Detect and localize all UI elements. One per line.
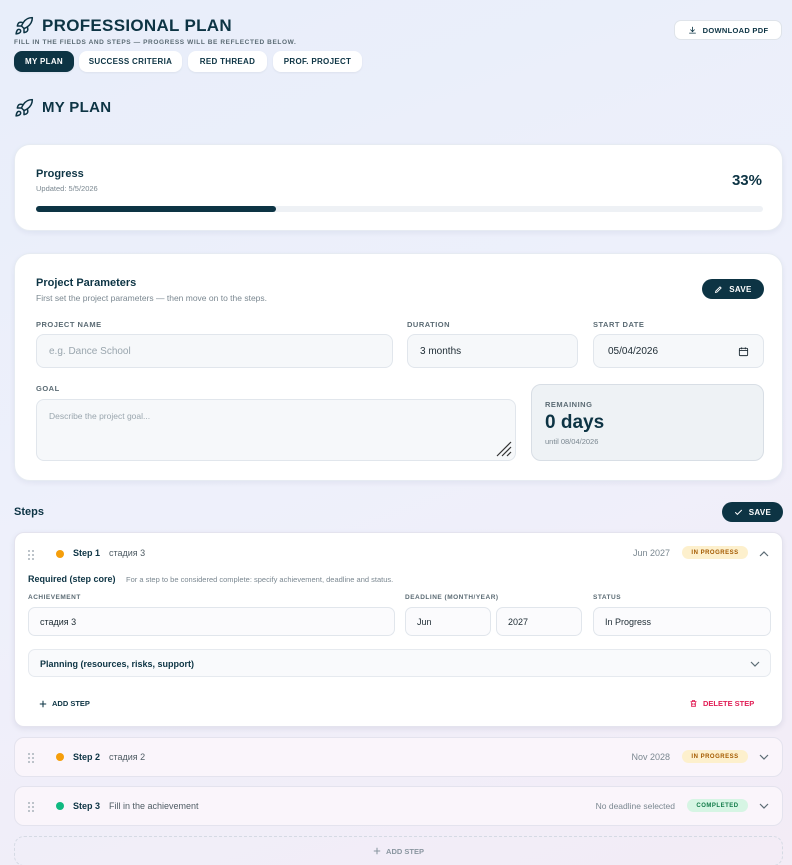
drag-handle-icon[interactable]	[27, 549, 35, 560]
drag-handle-icon[interactable]	[27, 801, 35, 812]
download-pdf-label: DOWNLOAD PDF	[702, 25, 769, 35]
progress-percent: 33%	[731, 172, 762, 189]
calendar-icon[interactable]	[738, 346, 749, 357]
steps-save-button[interactable]: SAVE	[722, 502, 783, 522]
progress-updated: Updated: 5/5/2026	[36, 184, 98, 193]
steps-save-label: SAVE	[748, 507, 772, 517]
rocket-icon	[15, 16, 34, 35]
progress-track	[36, 206, 763, 212]
deadline-year-select[interactable]: 2027	[496, 607, 582, 636]
goal-label: GOAL	[36, 384, 60, 393]
add-step-bottom-label: ADD STEP	[386, 846, 424, 856]
status-dot	[56, 753, 64, 761]
step-card: Step 1 стадия 3 Jun 2027 IN PROGRESS Req…	[14, 532, 783, 727]
project-parameters-card: Project Parameters First set the project…	[14, 253, 783, 481]
params-title: Project Parameters	[36, 277, 137, 289]
step-description: стадия 2	[109, 752, 146, 762]
chevron-down-icon	[750, 661, 760, 667]
step-card[interactable]: Step 3 Fill in the achievement No deadli…	[14, 786, 783, 826]
plus-icon	[373, 847, 381, 855]
resize-handle-icon[interactable]	[494, 439, 512, 457]
download-icon	[688, 26, 696, 34]
tab-prof-project[interactable]: PROF. PROJECT	[273, 51, 362, 72]
chevron-down-icon[interactable]	[759, 752, 769, 762]
planning-label: Planning (resources, risks, support)	[40, 659, 195, 669]
achievement-label: ACHIEVEMENT	[28, 594, 81, 601]
status-dot	[56, 802, 64, 810]
start-date-label: START DATE	[593, 320, 645, 329]
remaining-label: REMAINING	[545, 400, 593, 409]
plus-icon	[39, 700, 47, 707]
status-select[interactable]: In Progress	[593, 607, 771, 636]
trash-icon	[690, 700, 697, 707]
required-hint: For a step to be considered complete: sp…	[126, 575, 394, 584]
duration-input[interactable]: 3 months	[407, 334, 578, 368]
duration-label: DURATION	[407, 320, 451, 329]
project-name-label: PROJECT NAME	[36, 320, 102, 329]
remaining-box: REMAINING 0 days until 08/04/2026	[531, 384, 764, 461]
step-name: Step 2	[73, 752, 101, 762]
status-dot	[56, 550, 64, 558]
step-card[interactable]: Step 2 стадия 2 Nov 2028 IN PROGRESS	[14, 737, 783, 777]
start-date-input[interactable]: 05/04/2026	[593, 334, 764, 368]
tab-my-plan[interactable]: MY PLAN	[14, 51, 74, 72]
page-subtitle: FILL IN THE FIELDS AND STEPS — PROGRESS …	[14, 39, 297, 46]
params-save-label: SAVE	[729, 284, 752, 294]
params-subtitle: First set the project parameters — then …	[36, 293, 268, 303]
rocket-icon	[15, 98, 34, 117]
pencil-icon	[715, 285, 723, 293]
download-pdf-button[interactable]: DOWNLOAD PDF	[674, 20, 782, 40]
deadline-month-select[interactable]: Jun	[405, 607, 491, 636]
project-name-input[interactable]: e.g. Dance School	[36, 334, 393, 368]
chevron-up-icon[interactable]	[759, 549, 769, 559]
page-title: PROFESSIONAL PLAN	[42, 16, 232, 35]
add-step-bottom-button[interactable]: ADD STEP	[14, 836, 783, 865]
params-save-button[interactable]: SAVE	[702, 279, 764, 299]
add-step-label: ADD STEP	[52, 699, 90, 708]
progress-title: Progress	[36, 168, 84, 180]
step-deadline: No deadline selected	[595, 801, 675, 811]
goal-placeholder: Describe the project goal...	[49, 411, 151, 421]
step-name[interactable]: Step 1	[73, 548, 100, 558]
status-label: STATUS	[593, 594, 622, 601]
remaining-value: 0 days	[545, 412, 605, 433]
planning-accordion[interactable]: Planning (resources, risks, support)	[28, 649, 771, 677]
progress-bar-fill	[36, 206, 276, 212]
delete-step-button[interactable]: DELETE STEP	[689, 699, 754, 708]
required-title: Required (step core)	[28, 574, 116, 584]
tab-red-thread[interactable]: RED THREAD	[188, 51, 267, 72]
progress-card: Progress Updated: 5/5/2026 33%	[14, 144, 783, 231]
tab-success-criteria[interactable]: SUCCESS CRITERIA	[79, 51, 182, 72]
drag-handle-icon[interactable]	[27, 752, 35, 763]
delete-step-label: DELETE STEP	[703, 699, 755, 708]
steps-title: Steps	[14, 506, 44, 518]
status-badge: IN PROGRESS	[682, 546, 748, 559]
section-title: MY PLAN	[42, 99, 112, 116]
step-deadline: Jun 2027	[632, 548, 670, 558]
status-badge: IN PROGRESS	[682, 750, 748, 763]
check-icon	[734, 509, 742, 515]
add-step-button[interactable]: ADD STEP	[39, 699, 90, 708]
step-description: стадия 3	[109, 548, 146, 558]
step-description: Fill in the achievement	[109, 801, 199, 811]
start-date-value: 05/04/2026	[608, 345, 659, 357]
step-deadline: Nov 2028	[631, 752, 670, 762]
status-badge: COMPLETED	[687, 799, 748, 812]
deadline-label: DEADLINE (MONTH/YEAR)	[405, 594, 499, 601]
step-name: Step 3	[73, 801, 101, 811]
achievement-input[interactable]: стадия 3	[28, 607, 395, 636]
goal-textarea[interactable]: Describe the project goal...	[36, 399, 516, 461]
remaining-until: until 08/04/2026	[545, 437, 599, 446]
chevron-down-icon[interactable]	[759, 801, 769, 811]
